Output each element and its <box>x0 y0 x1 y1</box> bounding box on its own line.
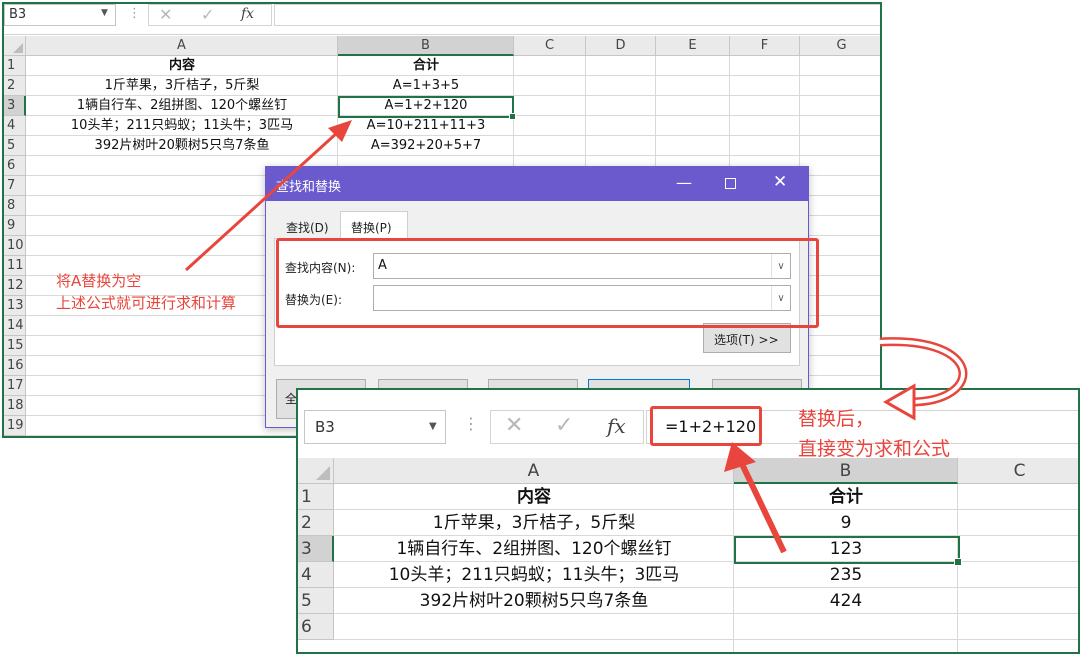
arrow-left-icon <box>184 120 352 272</box>
arrow-up-icon <box>724 442 787 554</box>
curved-arrow-icon <box>879 337 968 421</box>
annotation-arrows <box>184 120 968 554</box>
